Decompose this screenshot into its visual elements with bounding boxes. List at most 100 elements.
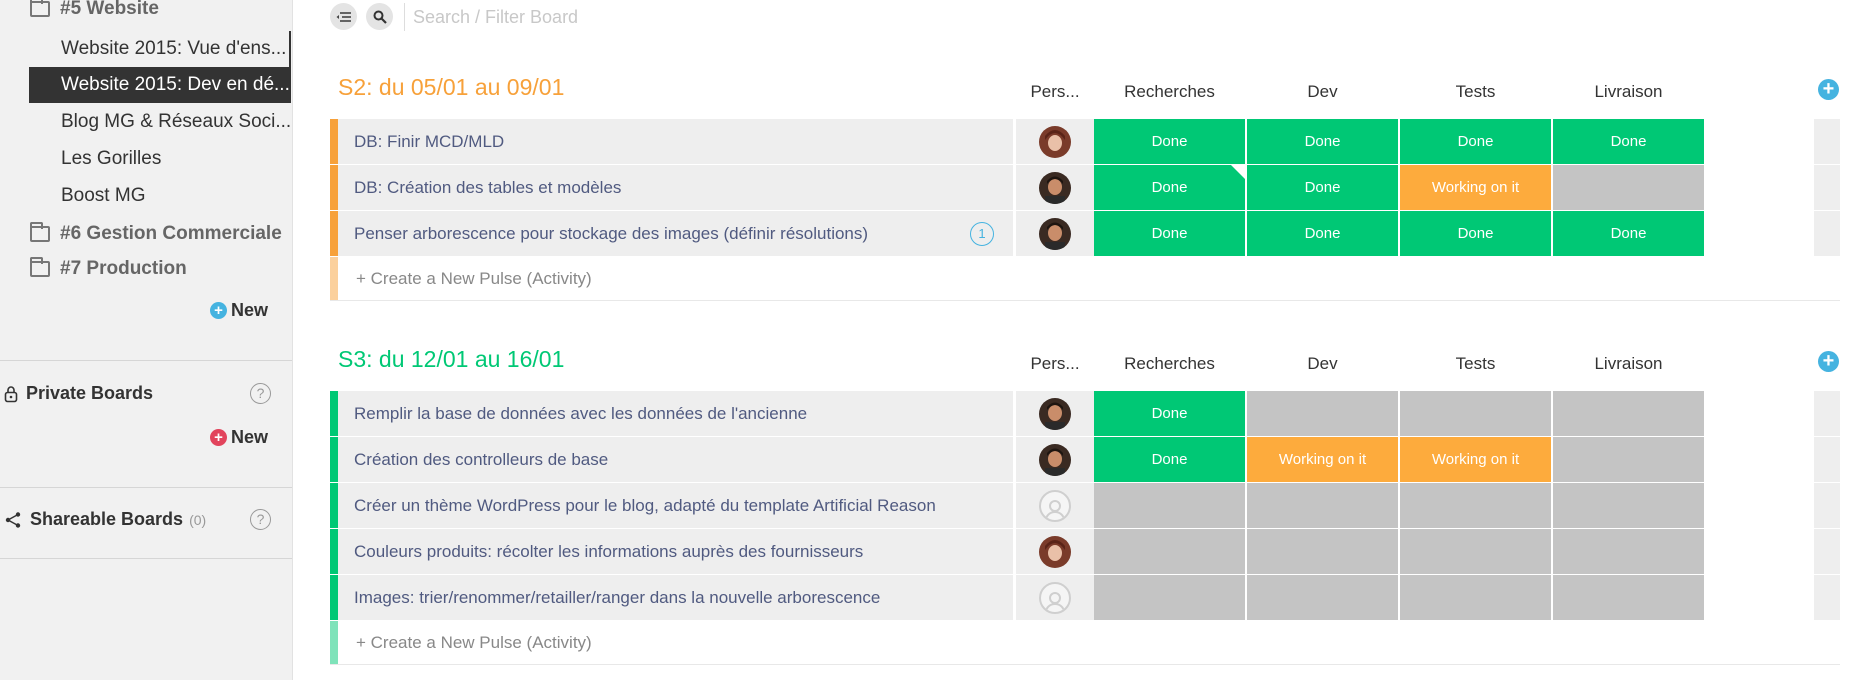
person-cell[interactable] bbox=[1016, 575, 1094, 620]
group-color-bar bbox=[330, 529, 338, 574]
pulse-row[interactable]: Images: trier/renommer/retailler/ranger … bbox=[330, 575, 1840, 621]
column-header[interactable]: Tests bbox=[1400, 354, 1551, 374]
updates-count-badge[interactable]: 1 bbox=[970, 222, 994, 246]
person-cell[interactable] bbox=[1016, 165, 1094, 210]
column-header[interactable]: Pers... bbox=[1016, 354, 1094, 374]
status-cell[interactable]: Done bbox=[1094, 119, 1245, 164]
sidebar-board-item[interactable]: Blog MG & Réseaux Soci... bbox=[29, 104, 291, 140]
search-input[interactable] bbox=[404, 3, 804, 31]
pulse-row[interactable]: DB: Finir MCD/MLD Done Done Done Done bbox=[330, 119, 1840, 165]
pulse-name[interactable]: Création des controlleurs de base bbox=[338, 437, 1013, 482]
status-cell[interactable] bbox=[1553, 437, 1704, 482]
private-boards-header[interactable]: Private Boards bbox=[4, 383, 153, 404]
sidebar-board-item[interactable]: Boost MG bbox=[29, 178, 291, 214]
status-cell[interactable] bbox=[1400, 575, 1551, 620]
column-header[interactable]: Dev bbox=[1247, 82, 1398, 102]
folder-gestion-commerciale[interactable]: #6 Gestion Commerciale bbox=[30, 222, 282, 245]
person-cell[interactable] bbox=[1016, 483, 1094, 528]
person-cell[interactable] bbox=[1016, 211, 1094, 256]
status-cell[interactable] bbox=[1553, 165, 1704, 210]
status-cell[interactable]: Done bbox=[1094, 391, 1245, 436]
person-avatar[interactable] bbox=[1039, 443, 1071, 476]
status-cell[interactable]: Done bbox=[1553, 119, 1704, 164]
pulse-name[interactable]: DB: Finir MCD/MLD bbox=[338, 119, 1013, 164]
add-column-plus-icon[interactable]: + bbox=[1818, 79, 1839, 100]
status-cell[interactable] bbox=[1553, 529, 1704, 574]
status-cell[interactable]: Done bbox=[1094, 437, 1245, 482]
collapse-groups-button[interactable] bbox=[330, 3, 357, 30]
person-avatar[interactable] bbox=[1039, 217, 1071, 250]
column-header[interactable]: Dev bbox=[1247, 354, 1398, 374]
column-header[interactable]: Livraison bbox=[1553, 82, 1704, 102]
pulse-row[interactable]: Remplir la base de données avec les donn… bbox=[330, 391, 1840, 437]
pulse-name[interactable]: Remplir la base de données avec les donn… bbox=[338, 391, 1013, 436]
create-new-pulse[interactable]: + Create a New Pulse (Activity) bbox=[330, 257, 1840, 301]
folder-website[interactable]: #5 Website bbox=[30, 0, 159, 20]
status-cell[interactable] bbox=[1247, 483, 1398, 528]
column-header[interactable]: Pers... bbox=[1016, 82, 1094, 102]
pulse-row[interactable]: Penser arborescence pour stockage des im… bbox=[330, 211, 1840, 257]
person-avatar[interactable] bbox=[1039, 171, 1071, 204]
pulse-row[interactable]: Couleurs produits: récolter les informat… bbox=[330, 529, 1840, 575]
column-header[interactable]: Livraison bbox=[1553, 354, 1704, 374]
status-cell[interactable] bbox=[1247, 529, 1398, 574]
column-header[interactable]: Tests bbox=[1400, 82, 1551, 102]
status-cell[interactable] bbox=[1247, 391, 1398, 436]
pulse-name[interactable]: Images: trier/renommer/retailler/ranger … bbox=[338, 575, 1013, 620]
pulse-row[interactable]: Création des controlleurs de base Done Wor… bbox=[330, 437, 1840, 483]
status-cell[interactable]: Done bbox=[1553, 211, 1704, 256]
folder-production[interactable]: #7 Production bbox=[30, 257, 187, 280]
status-cell[interactable]: Done bbox=[1247, 119, 1398, 164]
person-cell[interactable] bbox=[1016, 529, 1094, 574]
status-cell[interactable]: Done bbox=[1094, 165, 1245, 210]
pulse-row[interactable]: Créer un thème WordPress pour le blog, a… bbox=[330, 483, 1840, 529]
column-header[interactable]: Recherches bbox=[1094, 82, 1245, 102]
status-cell[interactable] bbox=[1400, 529, 1551, 574]
status-cell[interactable] bbox=[1400, 391, 1551, 436]
status-cell[interactable] bbox=[1553, 575, 1704, 620]
person-cell[interactable] bbox=[1016, 391, 1094, 436]
pulse-name[interactable]: DB: Création des tables et modèles bbox=[338, 165, 1013, 210]
status-cell[interactable]: Working on it bbox=[1400, 165, 1551, 210]
new-folder-button[interactable]: + New bbox=[210, 300, 268, 321]
status-cell[interactable] bbox=[1553, 391, 1704, 436]
sidebar-board-item-active[interactable]: Website 2015: Dev en dé... bbox=[29, 67, 291, 103]
pulse-name[interactable]: Créer un thème WordPress pour le blog, a… bbox=[338, 483, 1013, 528]
help-icon[interactable]: ? bbox=[250, 509, 271, 530]
status-cell[interactable] bbox=[1094, 529, 1245, 574]
person-avatar[interactable] bbox=[1039, 397, 1071, 430]
search-button[interactable] bbox=[366, 3, 393, 30]
status-cell[interactable] bbox=[1094, 575, 1245, 620]
status-cell[interactable]: Done bbox=[1094, 211, 1245, 256]
person-avatar[interactable] bbox=[1039, 125, 1071, 158]
group-title[interactable]: S3: du 12/01 au 16/01 bbox=[338, 346, 564, 373]
group-title[interactable]: S2: du 05/01 au 09/01 bbox=[338, 74, 564, 101]
status-cell[interactable] bbox=[1094, 483, 1245, 528]
person-cell[interactable] bbox=[1016, 437, 1094, 482]
status-cell[interactable]: Working on it bbox=[1247, 437, 1398, 482]
status-cell[interactable]: Done bbox=[1400, 211, 1551, 256]
status-cell[interactable]: Done bbox=[1400, 119, 1551, 164]
person-cell[interactable] bbox=[1016, 119, 1094, 164]
status-cell[interactable] bbox=[1400, 483, 1551, 528]
sidebar-board-item[interactable]: Website 2015: Vue d'ens... bbox=[29, 31, 291, 67]
pulse-row[interactable]: DB: Création des tables et modèles Done Do… bbox=[330, 165, 1840, 211]
sidebar-board-item[interactable]: Les Gorilles bbox=[29, 141, 291, 177]
status-cell[interactable] bbox=[1247, 575, 1398, 620]
column-header[interactable]: Recherches bbox=[1094, 354, 1245, 374]
pulse-name[interactable]: Couleurs produits: récolter les informat… bbox=[338, 529, 1013, 574]
folder-icon bbox=[30, 257, 50, 277]
status-cell[interactable]: Done bbox=[1247, 211, 1398, 256]
pulse-name[interactable]: Penser arborescence pour stockage des im… bbox=[338, 211, 1013, 256]
shareable-boards-header[interactable]: Shareable Boards (0) bbox=[4, 509, 206, 530]
new-private-board-button[interactable]: + New bbox=[210, 427, 268, 448]
status-cell[interactable]: Done bbox=[1247, 165, 1398, 210]
create-new-pulse[interactable]: + Create a New Pulse (Activity) bbox=[330, 621, 1840, 665]
add-column-plus-icon[interactable]: + bbox=[1818, 351, 1839, 372]
person-avatar[interactable] bbox=[1039, 535, 1071, 568]
empty-avatar-icon[interactable] bbox=[1039, 489, 1071, 522]
empty-avatar-icon[interactable] bbox=[1039, 581, 1071, 614]
status-cell[interactable]: Working on it bbox=[1400, 437, 1551, 482]
status-cell[interactable] bbox=[1553, 483, 1704, 528]
help-icon[interactable]: ? bbox=[250, 383, 271, 404]
